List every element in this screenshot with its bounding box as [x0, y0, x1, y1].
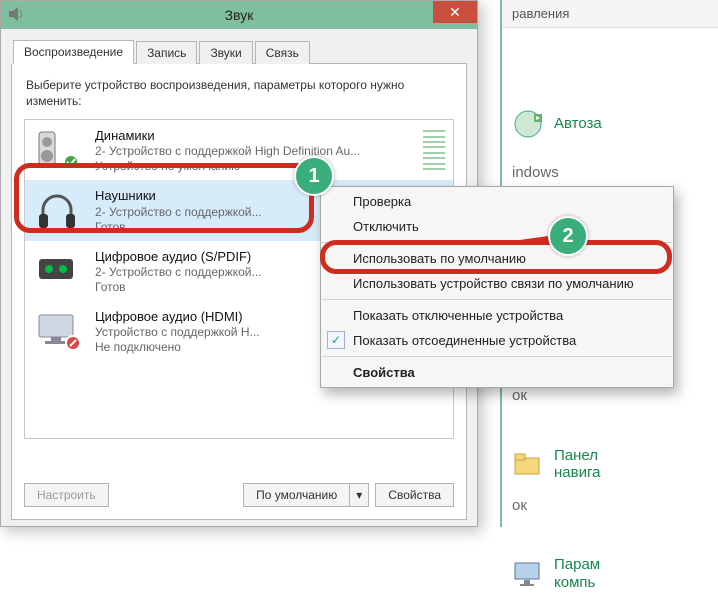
- ctx-show-disconnected[interactable]: ✓ Показать отсоединенные устройства: [321, 328, 673, 353]
- folder-icon: [512, 448, 544, 480]
- tab-communications[interactable]: Связь: [255, 41, 310, 64]
- properties-button[interactable]: Свойства: [375, 483, 454, 507]
- ctx-label: Отключить: [353, 219, 419, 234]
- titlebar[interactable]: Звук ✕: [1, 1, 477, 29]
- bg-item-label: Парам компь: [554, 556, 600, 591]
- window-title: Звук: [225, 7, 254, 23]
- spdif-icon: [33, 249, 85, 291]
- speakers-icon: [33, 128, 85, 170]
- tab-label: Воспроизведение: [24, 45, 123, 59]
- tab-label: Запись: [147, 46, 186, 60]
- bg-item-label: ок: [512, 387, 527, 404]
- ctx-set-default[interactable]: Использовать по умолчанию: [321, 246, 673, 271]
- bg-item-label: Автоза: [554, 115, 602, 132]
- ctx-separator: [322, 299, 672, 300]
- bg-item-label: Панел навига: [554, 447, 600, 482]
- tab-recording[interactable]: Запись: [136, 41, 197, 64]
- close-icon: ✕: [449, 4, 461, 21]
- device-speakers[interactable]: Динамики 2- Устройство с поддержкой High…: [25, 120, 453, 180]
- check-icon: ✓: [327, 331, 345, 349]
- button-label: По умолчанию: [256, 488, 337, 502]
- tab-playback[interactable]: Воспроизведение: [13, 40, 134, 64]
- ctx-label: Показать отключенные устройства: [353, 308, 563, 323]
- bg-item-navigation-panel[interactable]: Панел навига: [512, 447, 708, 482]
- ctx-disable[interactable]: Отключить: [321, 214, 673, 239]
- monitor-icon: [512, 558, 544, 590]
- ctx-label: Использовать устройство связи по умолчан…: [353, 276, 634, 291]
- ctx-label: Свойства: [353, 365, 415, 380]
- headphones-icon: [33, 188, 85, 230]
- tab-sounds[interactable]: Звуки: [199, 41, 252, 64]
- set-default-button[interactable]: По умолчанию: [243, 483, 349, 507]
- tab-label: Связь: [266, 46, 299, 60]
- ctx-show-disabled[interactable]: Показать отключенные устройства: [321, 303, 673, 328]
- set-default-dropdown[interactable]: ▾: [349, 483, 369, 507]
- ctx-set-default-comm[interactable]: Использовать устройство связи по умолчан…: [321, 271, 673, 296]
- bg-item-label: ок: [512, 497, 527, 514]
- ctx-properties[interactable]: Свойства: [321, 360, 673, 385]
- context-menu: Проверка Отключить Использовать по умолч…: [320, 186, 674, 388]
- close-button[interactable]: ✕: [433, 1, 477, 23]
- bg-item-windows: indows: [512, 164, 708, 181]
- device-name: Динамики: [95, 128, 413, 144]
- bg-item-ok2: ок: [512, 497, 708, 514]
- bg-item-computer-params[interactable]: Парам компь: [512, 556, 708, 591]
- ctx-label: Использовать по умолчанию: [353, 251, 526, 266]
- ctx-separator: [322, 242, 672, 243]
- ctx-separator: [322, 356, 672, 357]
- instruction-text: Выберите устройство воспроизведения, пар…: [26, 78, 452, 109]
- speaker-icon: [7, 5, 25, 23]
- device-description: 2- Устройство с поддержкой High Definiti…: [95, 144, 395, 159]
- set-default-split-button[interactable]: По умолчанию ▾: [243, 483, 369, 507]
- tab-label: Звуки: [210, 46, 241, 60]
- button-label: Настроить: [37, 488, 96, 502]
- bg-item-autorun[interactable]: Автоза: [512, 108, 708, 140]
- bg-item-label: indows: [512, 164, 559, 181]
- bg-item-ok1: ок: [512, 387, 708, 404]
- bottom-button-row: Настроить По умолчанию ▾ Свойства: [24, 483, 454, 507]
- ctx-test[interactable]: Проверка: [321, 189, 673, 214]
- ctx-label: Проверка: [353, 194, 411, 209]
- ctx-label: Показать отсоединенные устройства: [353, 333, 576, 348]
- button-label: Свойства: [388, 488, 441, 502]
- device-status: Устройство по умолчанию: [95, 159, 395, 174]
- tab-strip: Воспроизведение Запись Звуки Связь: [13, 39, 467, 64]
- background-panel-title: равления: [502, 0, 718, 28]
- configure-button[interactable]: Настроить: [24, 483, 109, 507]
- hdmi-icon: [33, 309, 85, 351]
- disc-icon: [512, 108, 544, 140]
- chevron-down-icon: ▾: [356, 488, 362, 502]
- level-meter: [423, 128, 445, 172]
